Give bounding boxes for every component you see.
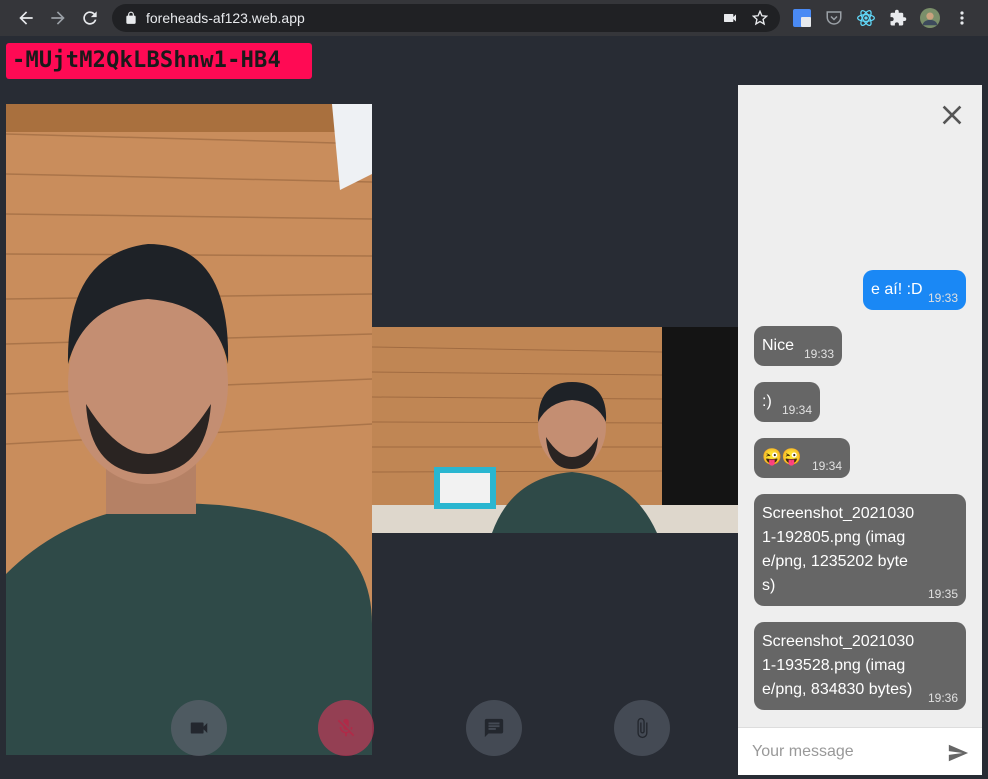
send-icon[interactable] [946, 742, 970, 764]
message-text: :) [762, 393, 772, 410]
browser-menu-icon[interactable] [952, 8, 972, 28]
browser-toolbar: foreheads-af123.web.app [0, 0, 988, 36]
profile-avatar[interactable] [920, 8, 940, 28]
message-line: 1-193528.png (imag [762, 657, 906, 674]
lock-icon [126, 11, 136, 24]
message-line: Screenshot_2021030 [762, 505, 915, 522]
forward-arrow-icon [51, 11, 65, 25]
message-time: 19:34 [781, 403, 812, 417]
message-line: s) [762, 577, 776, 594]
forward-button[interactable] [42, 2, 74, 34]
room-id-badge: -MUjtM2QkLBShnw1-HB4 [6, 43, 312, 79]
reload-icon [83, 11, 97, 25]
message-line: e/png, 834830 bytes) [762, 681, 913, 698]
message-text: 😜😜 [762, 449, 802, 466]
local-video [6, 104, 372, 755]
camera-toggle-button[interactable] [171, 700, 227, 756]
chat-message-incoming: Nice 19:33 [754, 326, 842, 366]
camera-in-use-icon[interactable] [722, 10, 738, 26]
videocam-icon [190, 722, 208, 734]
message-time: 19:33 [927, 291, 958, 305]
back-button[interactable] [10, 2, 42, 34]
message-text: Screenshot_2021030 1-193528.png (imag e/… [762, 630, 914, 702]
bookmark-star-icon[interactable] [752, 10, 768, 26]
pocket-extension-icon[interactable] [824, 8, 844, 28]
reload-button[interactable] [74, 2, 106, 34]
message-input[interactable] [752, 740, 932, 764]
chat-message-incoming: :) 19:34 [754, 382, 820, 422]
message-text: e aí! :D [871, 281, 923, 298]
attach-file-button[interactable] [614, 700, 670, 756]
chat-message-file[interactable]: Screenshot_2021030 1-193528.png (imag e/… [754, 622, 966, 710]
chat-panel: e aí! :D 19:33 Nice 19:33 :) 19:34 😜😜 19… [738, 85, 982, 775]
paperclip-icon [637, 717, 648, 739]
message-line: e/png, 1235202 byte [762, 553, 908, 570]
address-bar[interactable]: foreheads-af123.web.app [112, 4, 780, 32]
message-time: 19:36 [927, 691, 958, 705]
url-text: foreheads-af123.web.app [146, 10, 305, 26]
mic-toggle-button[interactable] [318, 700, 374, 756]
message-time: 19:33 [803, 347, 834, 361]
message-time: 19:34 [811, 459, 842, 473]
extensions-puzzle-icon[interactable] [888, 8, 908, 28]
translate-extension-icon[interactable] [792, 8, 812, 28]
react-devtools-icon[interactable] [856, 8, 876, 28]
close-icon[interactable] [936, 99, 968, 131]
message-line: Screenshot_2021030 [762, 633, 915, 650]
chat-message-outgoing: e aí! :D 19:33 [863, 270, 966, 310]
message-composer [738, 727, 982, 775]
chat-message-file[interactable]: Screenshot_2021030 1-192805.png (imag e/… [754, 494, 966, 606]
chat-message-incoming: 😜😜 19:34 [754, 438, 850, 478]
message-line: 1-192805.png (imag [762, 529, 906, 546]
message-time: 19:35 [927, 587, 958, 601]
message-text: Screenshot_2021030 1-192805.png (imag e/… [762, 502, 914, 598]
chat-icon [484, 718, 504, 738]
remote-video [372, 327, 738, 533]
chat-toggle-button[interactable] [466, 700, 522, 756]
message-text: Nice [762, 337, 795, 354]
back-arrow-icon [19, 11, 33, 25]
mic-off-icon [337, 718, 355, 737]
